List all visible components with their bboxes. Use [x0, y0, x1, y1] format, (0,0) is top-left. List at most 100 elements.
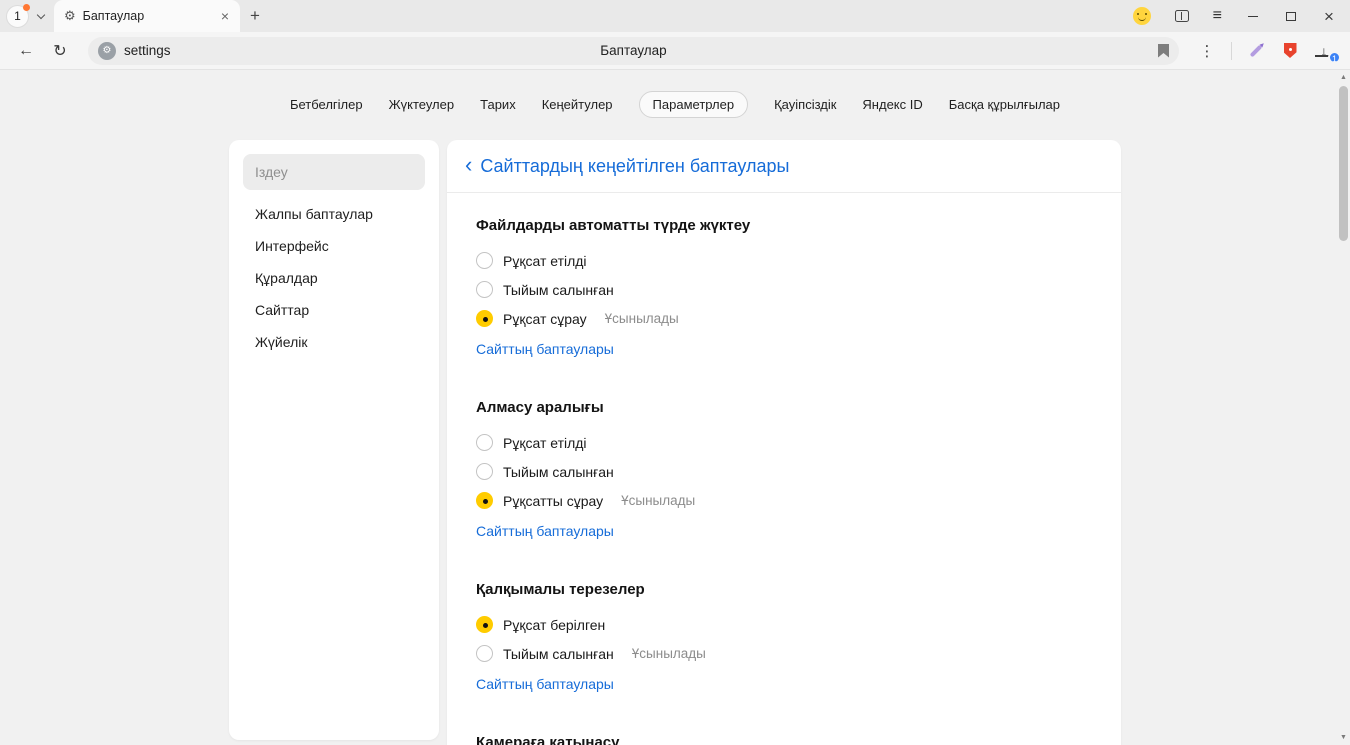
- downloads-button[interactable]: ↓ 1: [1310, 44, 1338, 58]
- minimize-icon: [1248, 16, 1258, 17]
- browser-window: 1 ⚙ Баптаулар × + ≡ × ← ↻ ⚙ settings Бап…: [0, 0, 1350, 745]
- maximize-button[interactable]: [1284, 8, 1298, 24]
- tabs-counter-value: 1: [14, 9, 21, 23]
- close-window-button[interactable]: ×: [1322, 8, 1336, 24]
- tab-history[interactable]: Тарих: [480, 92, 516, 117]
- address-bar[interactable]: ⚙ settings Баптаулар: [88, 37, 1179, 65]
- radio-option[interactable]: Рұқсат берілген: [476, 610, 1092, 639]
- tab-settings[interactable]: Параметрлер: [639, 91, 749, 118]
- tab-title: Баптаулар: [83, 9, 211, 23]
- pencil-icon: [1250, 44, 1263, 57]
- radio-badge: Ұсынылады: [632, 646, 706, 661]
- reload-button[interactable]: ↻: [46, 41, 74, 61]
- radio-icon[interactable]: [476, 252, 493, 269]
- main-header: ‹ Сайттардың кеңейтілген баптаулары: [447, 140, 1121, 193]
- radio-icon[interactable]: [476, 492, 493, 509]
- bookmark-icon[interactable]: [1158, 44, 1169, 58]
- settings-layout: Жалпы баптаулар Интерфейс Құралдар Сайтт…: [0, 140, 1350, 745]
- scrollbar-thumb[interactable]: [1339, 86, 1348, 241]
- radio-option[interactable]: Тыйым салынған: [476, 457, 1092, 486]
- settings-nav-tabs: Бетбелгілер Жүктеулер Тарих Кеңейтулер П…: [0, 90, 1350, 118]
- address-text: settings: [124, 43, 171, 58]
- main-body: Файлдарды автоматты түрде жүктеу Рұқсат …: [447, 193, 1121, 745]
- radio-label: Рұқсат берілген: [503, 617, 605, 633]
- radio-icon[interactable]: [476, 434, 493, 451]
- tabs-chevron-down-icon[interactable]: [37, 11, 45, 19]
- browser-toolbar: ← ↻ ⚙ settings Баптаулар ⋮ ↓ 1: [0, 32, 1350, 70]
- sidebar-item-sites[interactable]: Сайттар: [229, 294, 439, 326]
- new-tab-button[interactable]: +: [240, 6, 270, 26]
- section-title: Камераға қатынасу: [476, 734, 1092, 745]
- scroll-down-icon[interactable]: ▼: [1337, 734, 1350, 741]
- tabs-counter-button[interactable]: 1: [6, 5, 29, 28]
- sidebar-item-tools[interactable]: Құралдар: [229, 262, 439, 294]
- section-camera-access: Камераға қатынасу ov9734_azurewave_camer…: [476, 694, 1092, 745]
- edit-pencil-button[interactable]: [1242, 49, 1270, 53]
- page-title: Баптаулар: [88, 43, 1179, 58]
- section-title: Файлдарды автоматты түрде жүктеу: [476, 217, 1092, 234]
- download-badge: 1: [1328, 51, 1341, 64]
- tab-extensions[interactable]: Кеңейтулер: [542, 92, 613, 117]
- radio-option[interactable]: Рұқсат сұрау Ұсынылады: [476, 304, 1092, 333]
- radio-icon[interactable]: [476, 463, 493, 480]
- search-input[interactable]: [243, 154, 425, 190]
- radio-option[interactable]: Рұқсат етілді: [476, 428, 1092, 457]
- gear-icon: ⚙: [64, 8, 76, 24]
- scroll-up-icon[interactable]: ▲: [1337, 74, 1350, 81]
- side-panel-icon[interactable]: [1175, 10, 1189, 22]
- back-button[interactable]: ←: [12, 42, 40, 60]
- radio-icon[interactable]: [476, 281, 493, 298]
- radio-label: Рұқсат етілді: [503, 435, 587, 451]
- settings-sidebar: Жалпы баптаулар Интерфейс Құралдар Сайтт…: [229, 140, 439, 740]
- section-auto-download: Файлдарды автоматты түрде жүктеу Рұқсат …: [476, 193, 1092, 359]
- section-popups: Қалқымалы терезелер Рұқсат берілген Тыйы…: [476, 541, 1092, 694]
- close-icon: ×: [1324, 8, 1334, 25]
- sidebar-item-general[interactable]: Жалпы баптаулар: [229, 198, 439, 230]
- site-settings-link[interactable]: Сайттың баптаулары: [476, 341, 614, 357]
- section-title: Қалқымалы терезелер: [476, 581, 1092, 598]
- page-heading: Сайттардың кеңейтілген баптаулары: [480, 156, 789, 177]
- toolbar-divider: [1231, 42, 1232, 60]
- section-title: Алмасу аралығы: [476, 399, 1092, 416]
- tab-bookmarks[interactable]: Бетбелгілер: [290, 92, 363, 117]
- tab-other-devices[interactable]: Басқа құрылғылар: [949, 92, 1060, 117]
- radio-badge: Ұсынылады: [605, 311, 679, 326]
- tab-yandex-id[interactable]: Яндекс ID: [862, 92, 922, 117]
- radio-label: Рұқсат сұрау: [503, 311, 587, 327]
- radio-icon[interactable]: [476, 616, 493, 633]
- settings-main: ‹ Сайттардың кеңейтілген баптаулары Файл…: [447, 140, 1121, 745]
- minimize-button[interactable]: [1246, 8, 1260, 24]
- radio-label: Тыйым салынған: [503, 282, 614, 298]
- protect-button[interactable]: [1276, 43, 1304, 58]
- section-clipboard: Алмасу аралығы Рұқсат етілді Тыйым салын…: [476, 359, 1092, 541]
- site-icon: ⚙: [98, 42, 116, 60]
- scrollbar[interactable]: ▲ ▼: [1337, 70, 1350, 745]
- site-settings-link[interactable]: Сайттың баптаулары: [476, 523, 614, 539]
- notification-dot-icon: [23, 4, 30, 11]
- radio-option[interactable]: Рұқсат етілді: [476, 246, 1092, 275]
- sidebar-search: [229, 140, 439, 198]
- radio-label: Тыйым салынған: [503, 464, 614, 480]
- tab-downloads[interactable]: Жүктеулер: [389, 92, 455, 117]
- radio-label: Рұқсатты сұрау: [503, 493, 603, 509]
- tab-close-icon[interactable]: ×: [218, 8, 232, 24]
- radio-icon[interactable]: [476, 310, 493, 327]
- sidebar-item-interface[interactable]: Интерфейс: [229, 230, 439, 262]
- radio-option[interactable]: Рұқсатты сұрау Ұсынылады: [476, 486, 1092, 515]
- radio-label: Рұқсат етілді: [503, 253, 587, 269]
- back-chevron-icon[interactable]: ‹: [461, 154, 480, 178]
- radio-label: Тыйым салынған: [503, 646, 614, 662]
- sidebar-item-system[interactable]: Жүйелік: [229, 326, 439, 358]
- radio-option[interactable]: Тыйым салынған: [476, 275, 1092, 304]
- site-settings-link[interactable]: Сайттың баптаулары: [476, 676, 614, 692]
- tab-strip: 1 ⚙ Баптаулар × + ≡ ×: [0, 0, 1350, 32]
- avatar-smiley-icon[interactable]: [1133, 7, 1151, 25]
- settings-page: Бетбелгілер Жүктеулер Тарих Кеңейтулер П…: [0, 70, 1350, 745]
- more-options-icon[interactable]: ⋮: [1193, 42, 1221, 60]
- menu-icon[interactable]: ≡: [1213, 8, 1222, 24]
- radio-option[interactable]: Тыйым салынған Ұсынылады: [476, 639, 1092, 668]
- tab-security[interactable]: Қауіпсіздік: [774, 92, 836, 117]
- active-tab[interactable]: ⚙ Баптаулар ×: [54, 0, 240, 32]
- radio-icon[interactable]: [476, 645, 493, 662]
- tabstrip-right-controls: ≡ ×: [1133, 7, 1350, 25]
